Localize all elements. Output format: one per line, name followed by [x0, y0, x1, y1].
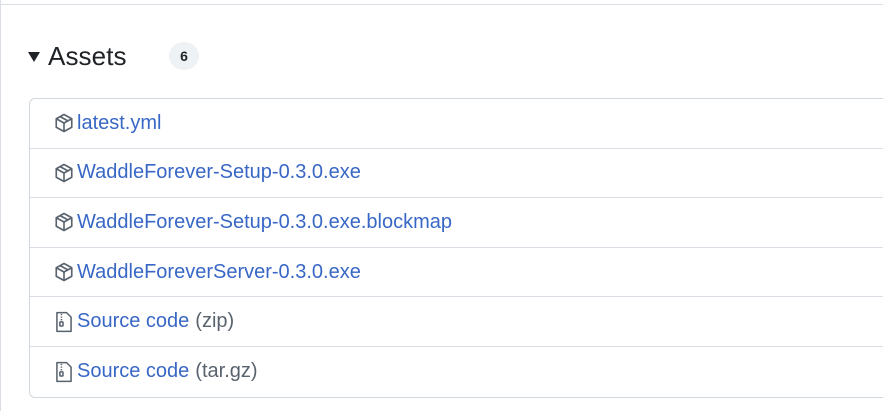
left-divider — [0, 0, 1, 411]
archive-type-label: (tar.gz) — [195, 360, 258, 383]
top-divider — [0, 4, 883, 5]
asset-row: Source code (tar.gz) — [30, 347, 883, 397]
asset-link-server-exe[interactable]: WaddleForeverServer-0.3.0.exe — [77, 261, 361, 284]
asset-link-latest-yml[interactable]: latest.yml — [77, 112, 161, 135]
assets-toggle[interactable]: Assets — [28, 36, 127, 76]
triangle-down-icon — [28, 52, 40, 62]
asset-list: latest.yml WaddleForever-Setup-0.3.0.exe — [29, 98, 883, 398]
package-icon — [53, 161, 75, 185]
asset-row: WaddleForeverServer-0.3.0.exe — [30, 248, 883, 298]
asset-row: Source code (zip) — [30, 297, 883, 347]
file-zip-icon — [53, 360, 75, 384]
asset-row: WaddleForever-Setup-0.3.0.exe — [30, 149, 883, 199]
asset-link-setup-exe[interactable]: WaddleForever-Setup-0.3.0.exe — [77, 161, 361, 184]
asset-link-setup-blockmap[interactable]: WaddleForever-Setup-0.3.0.exe.blockmap — [77, 211, 452, 234]
asset-row: WaddleForever-Setup-0.3.0.exe.blockmap — [30, 198, 883, 248]
assets-count-badge: 6 — [169, 42, 199, 70]
file-zip-icon — [53, 310, 75, 334]
package-icon — [53, 260, 75, 284]
asset-row: latest.yml — [30, 99, 883, 149]
source-code-zip-link[interactable]: Source code — [77, 310, 189, 333]
assets-heading: Assets — [48, 40, 127, 71]
package-icon — [53, 111, 75, 135]
release-assets-page: Assets 6 latest.yml WaddleForever-Setup-… — [0, 0, 883, 411]
source-code-tar-link[interactable]: Source code — [77, 360, 189, 383]
archive-type-label: (zip) — [195, 310, 235, 333]
package-icon — [53, 210, 75, 234]
